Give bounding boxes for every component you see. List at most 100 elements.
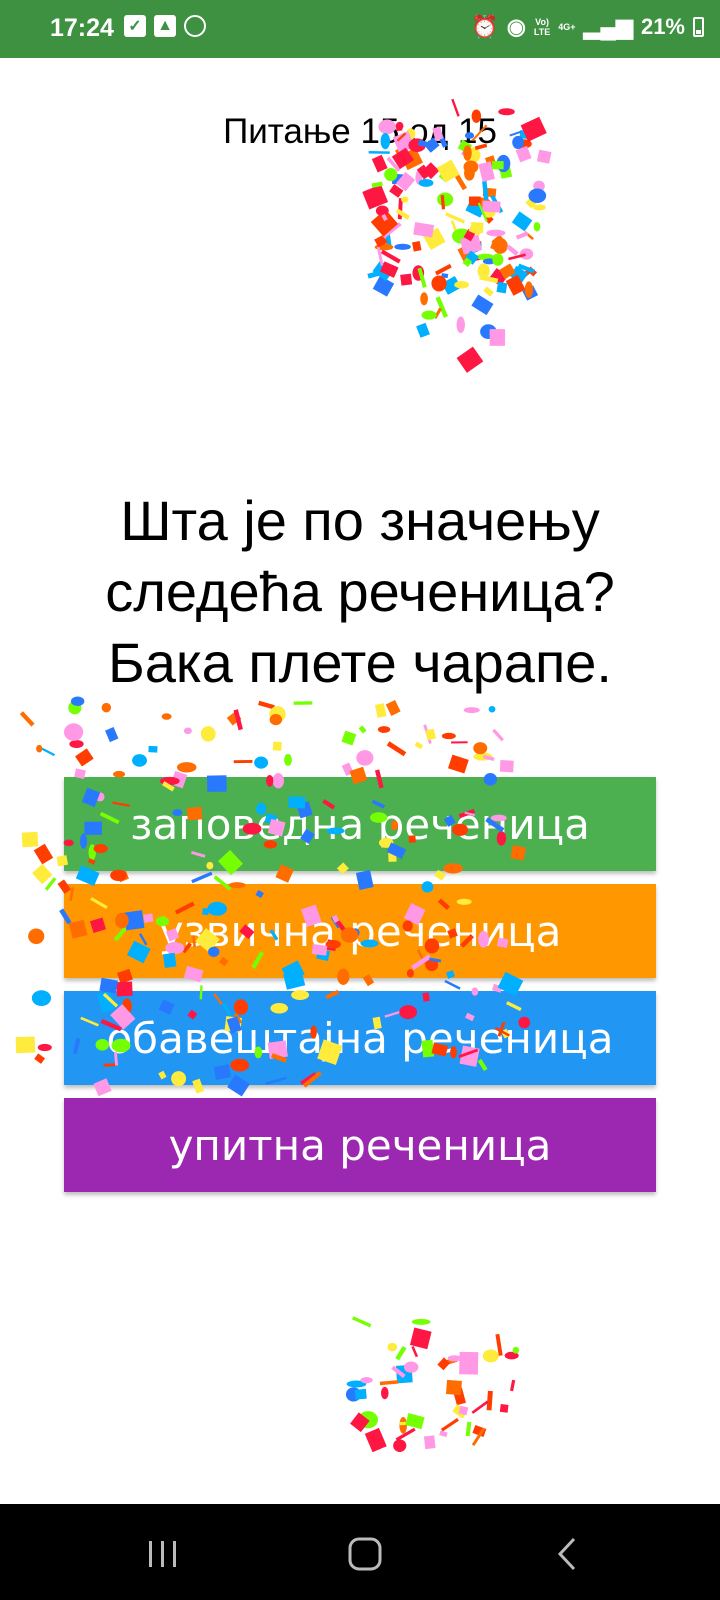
- confetti-piece: [471, 1427, 486, 1447]
- confetti-piece: [466, 241, 482, 247]
- confetti-piece: [499, 1404, 509, 1413]
- confetti-piece: [397, 198, 403, 220]
- confetti-piece: [385, 700, 401, 716]
- confetti-piece: [360, 1377, 373, 1384]
- confetti-piece: [414, 741, 424, 750]
- confetti-piece: [148, 745, 158, 753]
- confetti-piece: [423, 724, 432, 745]
- battery-icon: [693, 17, 704, 37]
- confetti-piece: [403, 1361, 419, 1373]
- confetti-piece: [436, 159, 460, 183]
- confetti-piece: [420, 292, 428, 306]
- confetti-piece: [418, 179, 434, 187]
- recent-apps-icon: [149, 1541, 176, 1567]
- confetti-piece: [416, 322, 430, 338]
- confetti-piece: [356, 750, 374, 766]
- confetti-piece: [374, 703, 387, 718]
- confetti-piece: [412, 265, 425, 281]
- confetti-piece: [434, 869, 446, 881]
- confetti-piece: [443, 1357, 458, 1366]
- confetti-piece: [511, 211, 533, 232]
- answer-button-imperative[interactable]: заповедна реченица: [64, 777, 656, 871]
- confetti-piece: [483, 286, 494, 297]
- confetti-piece: [489, 268, 508, 287]
- home-button[interactable]: [335, 1532, 395, 1576]
- confetti-piece: [458, 1405, 469, 1416]
- confetti-piece: [258, 700, 275, 710]
- answer-button-interrogative[interactable]: упитна реченица: [64, 1098, 656, 1192]
- confetti-piece: [31, 990, 52, 1007]
- confetti-piece: [372, 275, 395, 297]
- confetti-piece: [468, 224, 483, 236]
- confetti-piece: [438, 172, 449, 182]
- confetti-piece: [471, 197, 492, 209]
- confetti-piece: [459, 234, 483, 255]
- confetti-piece: [463, 238, 482, 253]
- confetti-piece: [105, 726, 119, 743]
- confetti-piece: [480, 324, 497, 340]
- confetti-piece: [468, 196, 481, 206]
- confetti-piece: [512, 1346, 520, 1354]
- confetti-piece: [19, 711, 35, 727]
- confetti-piece: [440, 194, 446, 210]
- confetti-piece: [456, 346, 484, 373]
- confetti-piece: [437, 1357, 451, 1371]
- confetti-piece: [413, 222, 435, 238]
- confetti-piece: [269, 706, 286, 723]
- confetti-piece: [421, 310, 437, 320]
- confetti-piece: [393, 1439, 407, 1452]
- confetti-piece: [358, 1411, 379, 1429]
- confetti-piece: [395, 1427, 416, 1442]
- confetti-piece: [161, 713, 172, 720]
- status-time: 17:24: [50, 14, 114, 42]
- confetti-piece: [482, 200, 501, 213]
- confetti-piece: [387, 1342, 398, 1352]
- confetti-piece: [345, 1387, 362, 1402]
- confetti-piece: [486, 1390, 493, 1411]
- confetti-piece: [517, 263, 535, 274]
- confetti-piece: [473, 752, 493, 761]
- confetti-piece: [496, 154, 511, 173]
- back-button[interactable]: [538, 1532, 598, 1576]
- confetti-piece: [524, 281, 533, 298]
- confetti-piece: [382, 222, 402, 239]
- confetti-piece: [450, 220, 459, 235]
- confetti-piece: [425, 728, 436, 741]
- confetti-piece: [433, 307, 442, 320]
- recent-apps-button[interactable]: [133, 1532, 193, 1576]
- confetti-piece: [532, 204, 546, 211]
- question-counter: Питање 15 од 15: [223, 112, 497, 151]
- confetti-piece: [481, 206, 496, 218]
- confetti-piece: [489, 329, 506, 346]
- confetti-piece: [482, 180, 489, 201]
- confetti-piece: [484, 155, 497, 169]
- confetti-piece: [478, 161, 495, 182]
- confetti-piece: [437, 192, 454, 207]
- confetti-piece: [490, 194, 504, 214]
- confetti-piece: [491, 234, 507, 250]
- confetti-piece: [381, 1386, 389, 1400]
- home-icon: [348, 1537, 382, 1571]
- answer-button-exclamatory[interactable]: узвична реченица: [64, 884, 656, 978]
- confetti-piece: [75, 748, 94, 767]
- confetti-piece: [472, 1424, 487, 1437]
- confetti-piece: [492, 253, 504, 266]
- confetti-piece: [68, 700, 82, 715]
- confetti-piece: [486, 229, 506, 237]
- confetti-piece: [452, 1404, 468, 1419]
- confetti-piece: [64, 723, 84, 741]
- confetti-piece: [379, 1380, 399, 1386]
- confetti-piece: [395, 171, 416, 192]
- confetti-piece: [371, 154, 388, 173]
- answer-button-declarative[interactable]: обавештајна реченица: [64, 991, 656, 1085]
- confetti-piece: [499, 263, 516, 280]
- confetti-piece: [32, 863, 53, 885]
- confetti-piece: [504, 1351, 519, 1360]
- confetti-piece: [350, 1412, 370, 1433]
- confetti-piece: [380, 249, 401, 264]
- confetti-piece: [69, 739, 84, 749]
- confetti-piece: [386, 741, 407, 757]
- confetti-piece: [528, 188, 547, 204]
- volte-icon: Vo) LTE: [533, 17, 551, 37]
- confetti-piece: [377, 726, 391, 733]
